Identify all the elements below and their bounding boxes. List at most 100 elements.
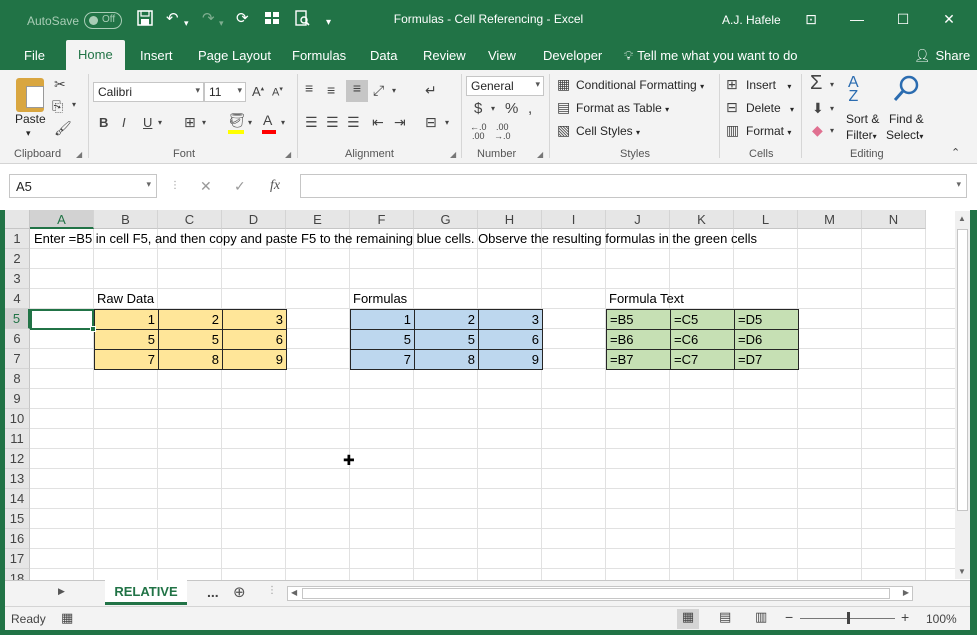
- select-all-button[interactable]: [5, 210, 30, 229]
- formula-text-cell[interactable]: =D6: [734, 329, 799, 350]
- formula-cell[interactable]: 9: [478, 349, 543, 370]
- formula-text-cell[interactable]: =C6: [670, 329, 735, 350]
- decrease-font-icon[interactable]: A▾: [272, 85, 283, 99]
- formula-text-cell[interactable]: =D5: [734, 309, 799, 330]
- undo-dropdown-icon[interactable]: ▾: [184, 14, 189, 32]
- borders-icon[interactable]: ⊞: [184, 114, 196, 131]
- formula-text-cell[interactable]: =B6: [606, 329, 671, 350]
- column-header-a[interactable]: A: [30, 210, 94, 229]
- worksheet[interactable]: ABCDEFGHIJKLMN 1 2 3 4 5 6 7 8 9 10 11 12 13 14 15 16 17…: [5, 210, 970, 580]
- close-icon[interactable]: ✕: [938, 8, 960, 30]
- fill-handle[interactable]: [90, 326, 96, 332]
- column-header-g[interactable]: G: [414, 210, 478, 229]
- formula-text-cell[interactable]: =B5: [606, 309, 671, 330]
- increase-font-icon[interactable]: A▴: [252, 84, 264, 99]
- zoom-level[interactable]: 100%: [926, 612, 957, 626]
- copy-icon[interactable]: ⎘: [52, 98, 63, 115]
- raw-data-cell[interactable]: 5: [94, 329, 159, 350]
- tab-home[interactable]: Home: [66, 40, 125, 70]
- macro-record-icon[interactable]: ▦: [61, 610, 73, 626]
- tab-view[interactable]: View: [488, 48, 516, 63]
- row-header-4[interactable]: 4: [5, 289, 30, 309]
- vertical-scrollbar[interactable]: ▲ ▼: [955, 211, 970, 579]
- maximize-icon[interactable]: ☐: [892, 8, 914, 30]
- row-header-15[interactable]: 15: [5, 509, 30, 529]
- formulas-label[interactable]: Formulas: [350, 289, 410, 309]
- column-header-e[interactable]: E: [286, 210, 350, 229]
- next-sheet-icon[interactable]: ▶: [58, 586, 65, 597]
- column-header-h[interactable]: H: [478, 210, 542, 229]
- underline-dropdown-icon[interactable]: ▾: [158, 118, 162, 127]
- row-header-8[interactable]: 8: [5, 369, 30, 389]
- add-sheet-icon[interactable]: ⊕: [233, 583, 246, 601]
- insert-function-icon[interactable]: fx: [270, 178, 280, 194]
- refresh-icon[interactable]: ⟳: [236, 10, 249, 28]
- select-button[interactable]: Select▾: [886, 128, 923, 142]
- tab-file[interactable]: File: [24, 48, 45, 63]
- horizontal-scrollbar[interactable]: ◀ ▶: [287, 586, 913, 601]
- comma-style-icon[interactable]: ,: [528, 100, 532, 117]
- tab-split-grip-icon[interactable]: ⋮: [267, 585, 277, 596]
- row-header-17[interactable]: 17: [5, 549, 30, 569]
- horizontal-scroll-thumb[interactable]: [302, 588, 890, 599]
- save-icon[interactable]: [137, 10, 153, 31]
- align-right-icon[interactable]: ☰: [347, 114, 360, 131]
- expand-formula-bar-icon[interactable]: ▾: [956, 179, 961, 190]
- format-painter-icon[interactable]: 🖌︎: [54, 120, 72, 137]
- font-name-combo[interactable]: Calibri ▾: [93, 82, 204, 102]
- row-header-1[interactable]: 1: [5, 229, 30, 249]
- formula-cell[interactable]: 1: [350, 309, 415, 330]
- font-color-dropdown-icon[interactable]: ▾: [281, 118, 285, 127]
- decrease-decimal-icon[interactable]: .00 →.0: [494, 123, 511, 141]
- row-header-5[interactable]: 5: [5, 309, 30, 329]
- print-preview-icon[interactable]: [294, 10, 310, 31]
- clipboard-launcher-icon[interactable]: ◢: [76, 150, 82, 159]
- font-size-combo[interactable]: 11 ▾: [204, 82, 246, 102]
- autosave-toggle[interactable]: Off: [84, 12, 122, 29]
- grid-icon[interactable]: [264, 10, 280, 31]
- page-break-view-icon[interactable]: ▥: [755, 609, 767, 625]
- find-select-button[interactable]: Find &: [889, 112, 924, 126]
- orientation-icon[interactable]: ⤢: [373, 82, 384, 99]
- borders-dropdown-icon[interactable]: ▾: [202, 118, 206, 127]
- customize-qat-icon[interactable]: ▾: [326, 14, 331, 32]
- scroll-right-icon[interactable]: ▶: [903, 588, 909, 597]
- raw-data-cell[interactable]: 3: [222, 309, 287, 330]
- orientation-dropdown-icon[interactable]: ▾: [392, 86, 396, 95]
- row-header-16[interactable]: 16: [5, 529, 30, 549]
- format-as-table-button[interactable]: Format as Table ▾: [576, 101, 669, 115]
- italic-icon[interactable]: I: [122, 115, 126, 130]
- wrap-text-icon[interactable]: ↵: [425, 82, 437, 99]
- number-format-combo[interactable]: General ▾: [466, 76, 544, 96]
- autosum-dropdown-icon[interactable]: ▾: [830, 80, 834, 89]
- row-header-7[interactable]: 7: [5, 349, 30, 369]
- formula-text-cell[interactable]: =C7: [670, 349, 735, 370]
- filter-button[interactable]: Filter▾: [846, 128, 877, 142]
- column-header-j[interactable]: J: [606, 210, 670, 229]
- bold-icon[interactable]: B: [99, 115, 108, 130]
- bottom-align-icon[interactable]: ≡: [346, 80, 368, 102]
- row-header-14[interactable]: 14: [5, 489, 30, 509]
- vertical-scroll-thumb[interactable]: [957, 229, 968, 511]
- row-header-9[interactable]: 9: [5, 389, 30, 409]
- column-header-d[interactable]: D: [222, 210, 286, 229]
- normal-view-icon[interactable]: ▦: [677, 609, 699, 629]
- raw-data-cell[interactable]: 8: [158, 349, 223, 370]
- fill-dropdown-icon[interactable]: ▾: [830, 104, 834, 113]
- paste-button[interactable]: Paste: [15, 112, 46, 126]
- formula-cell[interactable]: 6: [478, 329, 543, 350]
- paste-icon[interactable]: [16, 78, 44, 112]
- decrease-indent-icon[interactable]: ⇤: [372, 114, 384, 131]
- sheet-tab-relative[interactable]: RELATIVE: [105, 580, 187, 605]
- raw-data-cell[interactable]: 2: [158, 309, 223, 330]
- raw-data-label[interactable]: Raw Data: [94, 289, 157, 309]
- clear-dropdown-icon[interactable]: ▾: [830, 126, 834, 135]
- underline-icon[interactable]: U: [143, 115, 152, 130]
- font-launcher-icon[interactable]: ◢: [285, 150, 291, 159]
- undo-icon[interactable]: ↶: [166, 10, 179, 28]
- scroll-down-icon[interactable]: ▼: [958, 567, 966, 576]
- font-color-icon[interactable]: A: [263, 112, 272, 128]
- autosum-icon[interactable]: Σ: [810, 72, 822, 95]
- fill-color-icon[interactable]: 🪣︎: [228, 112, 246, 129]
- delete-cells-button[interactable]: Delete ▾: [746, 101, 794, 115]
